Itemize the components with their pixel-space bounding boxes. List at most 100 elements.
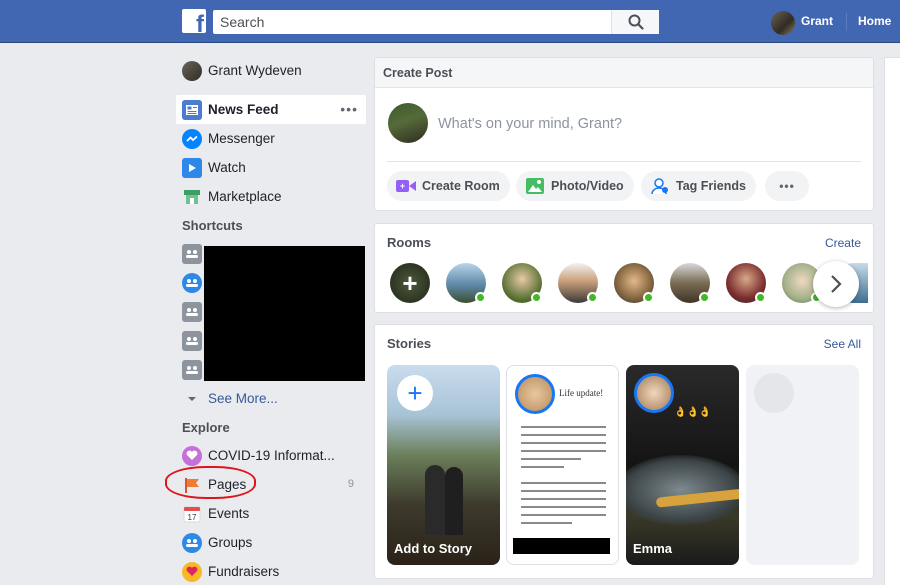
events-calendar-icon: 17	[182, 504, 202, 524]
story-avatar	[634, 373, 674, 413]
marketplace-icon	[182, 187, 202, 207]
sidebar-item-groups[interactable]: Groups	[176, 528, 366, 557]
room-avatar[interactable]	[446, 263, 486, 303]
see-more-link[interactable]: See More...	[176, 384, 366, 413]
sidebar-item-label: COVID-19 Informat...	[208, 448, 335, 463]
composer-input[interactable]: What's on your mind, Grant?	[438, 116, 622, 132]
story-card[interactable]: 👌👌👌 Emma	[626, 365, 739, 565]
create-post-title: Create Post	[375, 58, 873, 88]
more-icon: •••	[779, 179, 795, 193]
sidebar-item-label: Grant Wydeven	[208, 63, 302, 78]
stories-title: Stories	[387, 336, 432, 351]
photo-icon	[525, 176, 545, 196]
sidebar-item-label: Marketplace	[208, 189, 282, 204]
sidebar-item-label: Fundraisers	[208, 564, 280, 579]
rooms-card: Rooms Create +	[374, 223, 874, 313]
covid-heart-icon	[182, 445, 202, 466]
more-options-icon[interactable]: •••	[340, 101, 358, 117]
story-placeholder	[746, 365, 859, 565]
sidebar-item-label: Events	[208, 506, 250, 521]
facebook-logo[interactable]: f	[182, 9, 206, 33]
home-link[interactable]: Home	[858, 14, 891, 28]
stories-card: Stories See All + Add to Story Life upda…	[374, 324, 874, 579]
online-indicator	[475, 292, 486, 303]
profile-link[interactable]: Grant	[801, 14, 833, 28]
top-bar: f Grant Home	[0, 0, 900, 43]
add-story-button[interactable]: +	[397, 375, 433, 411]
sidebar-item-messenger[interactable]: Messenger	[176, 124, 366, 153]
group-icon	[182, 301, 202, 322]
room-avatar[interactable]	[726, 263, 766, 303]
online-indicator	[643, 292, 654, 303]
create-post-card: Create Post What's on your mind, Grant? …	[374, 57, 874, 211]
see-all-link[interactable]: See All	[824, 337, 861, 351]
sidebar-item-fundraisers[interactable]: Fundraisers	[176, 557, 366, 585]
news-feed-icon	[182, 99, 202, 120]
tag-friends-label: Tag Friends	[676, 179, 746, 193]
tag-friends-button[interactable]: Tag Friends	[641, 171, 756, 201]
groups-icon	[182, 532, 202, 553]
online-indicator	[699, 292, 710, 303]
room-avatar[interactable]	[670, 263, 710, 303]
story-person	[445, 467, 463, 535]
see-more-label: See More...	[208, 391, 278, 406]
more-actions-button[interactable]: •••	[765, 171, 809, 201]
plus-icon: +	[407, 378, 423, 408]
search-icon	[628, 14, 644, 30]
sidebar-item-label: Messenger	[208, 131, 275, 146]
messenger-icon	[182, 128, 202, 149]
online-indicator	[755, 292, 766, 303]
sidebar-item-label: Groups	[208, 535, 253, 550]
story-card[interactable]: Life update!	[506, 365, 619, 565]
photo-video-button[interactable]: Photo/Video	[516, 171, 634, 201]
video-camera-icon: +	[396, 176, 416, 196]
fundraisers-icon	[182, 561, 202, 582]
add-story-label: Add to Story	[394, 541, 472, 556]
story-avatar	[515, 374, 555, 414]
sidebar-item-events[interactable]: 17 Events	[176, 499, 366, 528]
sidebar-item-label: News Feed	[208, 102, 279, 117]
sidebar-item-news-feed[interactable]: News Feed •••	[176, 95, 366, 124]
composer-avatar	[388, 103, 428, 143]
explore-heading: Explore	[182, 420, 230, 435]
sidebar-item-profile[interactable]: Grant Wydeven	[176, 56, 366, 85]
create-room-label: Create Room	[422, 179, 500, 193]
annotation-circle	[165, 466, 256, 499]
add-story-card[interactable]: + Add to Story	[387, 365, 500, 565]
sidebar-item-watch[interactable]: Watch	[176, 153, 366, 182]
online-indicator	[531, 292, 542, 303]
room-avatar[interactable]	[614, 263, 654, 303]
create-room-avatar[interactable]: +	[390, 263, 430, 303]
story-text-lines	[521, 426, 606, 530]
group-icon	[182, 243, 202, 264]
tag-friends-icon	[650, 176, 670, 196]
rooms-title: Rooms	[387, 235, 432, 250]
right-panel	[884, 57, 900, 585]
search-bar	[213, 10, 659, 34]
group-icon	[182, 272, 202, 293]
svg-text:+: +	[400, 181, 405, 191]
online-indicator	[587, 292, 598, 303]
story-person	[425, 465, 445, 535]
photo-video-label: Photo/Video	[551, 179, 624, 193]
create-room-link[interactable]: Create	[825, 236, 861, 250]
user-avatar[interactable]	[771, 11, 795, 35]
profile-avatar	[182, 60, 202, 81]
placeholder-avatar	[754, 373, 794, 413]
svg-text:17: 17	[188, 513, 197, 522]
divider	[846, 13, 847, 31]
search-input[interactable]	[213, 11, 611, 33]
story-caption: Life update!	[559, 388, 604, 398]
sidebar-item-label: Watch	[208, 160, 246, 175]
sidebar-item-marketplace[interactable]: Marketplace	[176, 182, 366, 211]
group-icon	[182, 359, 202, 380]
create-room-button[interactable]: + Create Room	[387, 171, 510, 201]
pages-count-badge: 9	[347, 478, 354, 490]
room-avatar[interactable]	[558, 263, 598, 303]
plus-icon: +	[402, 268, 418, 298]
search-button[interactable]	[611, 10, 659, 34]
story-author: Emma	[633, 541, 673, 556]
room-avatar[interactable]	[502, 263, 542, 303]
divider	[387, 161, 861, 162]
rooms-next-button[interactable]	[813, 261, 859, 307]
